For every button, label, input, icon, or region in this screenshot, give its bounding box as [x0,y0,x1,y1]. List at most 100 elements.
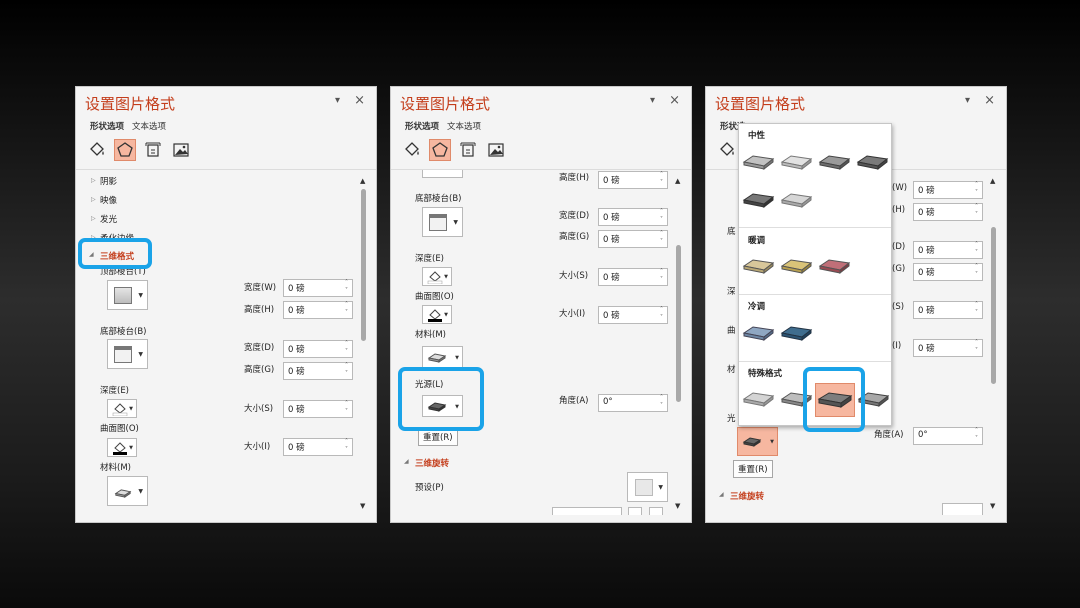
divider [76,169,376,170]
tab-shape-options[interactable]: 形状选项 [405,122,439,132]
angle-input[interactable]: 0° ˄ ˅ [598,394,668,412]
bottom-bevel-width-input[interactable]: 0 磅 ˄ ˅ [913,241,983,259]
section-reflection[interactable]: 映像 [100,194,117,206]
tab-text-options[interactable]: 文本选项 [447,122,481,132]
material-dropdown[interactable]: ▼ [107,476,148,506]
depth-color-dropdown[interactable]: ▼ [107,399,137,418]
rotate-button-partial[interactable] [628,507,642,515]
depth-size-input[interactable]: 0 磅 ˄ ˅ [598,268,668,286]
contour-size-input[interactable]: 0 磅 ˄ ˅ [598,306,668,324]
scrollbar[interactable]: ▲ ▼ [674,177,683,510]
bottom-bevel-width-input[interactable]: 0 磅 ˄ ˅ [598,208,668,226]
lighting-option[interactable] [817,254,853,280]
height-h-label: 高度(H) [244,305,275,315]
top-bevel-height-input[interactable]: 0 磅 ˄ ˅ [283,301,353,319]
bottom-bevel-label: 底部棱台(B) [415,194,462,204]
height-h-label: (H) [892,205,906,215]
collapse-chevron-icon[interactable]: ◢ [404,458,409,465]
depth-label-partial: 深 [727,287,736,297]
top-bevel-dropdown[interactable]: ▼ [107,280,148,310]
section-3d-rotation[interactable]: 三维旋转 [415,457,449,469]
fill-line-icon[interactable] [716,139,738,161]
picture-icon[interactable] [485,139,507,161]
lighting-option[interactable] [779,254,815,280]
scroll-thumb[interactable] [361,189,366,341]
bottom-bevel-height-input[interactable]: 0 磅 ˄ ˅ [598,230,668,248]
lighting-option[interactable] [741,188,777,214]
scrollbar[interactable]: ▲ ▼ [989,177,998,510]
collapse-chevron-icon[interactable]: ◢ [719,491,724,498]
effects-icon[interactable] [429,139,451,161]
fill-line-icon[interactable] [401,139,423,161]
section-3d-rotation[interactable]: 三维旋转 [730,490,764,502]
close-button[interactable]: × [669,93,680,108]
lighting-option[interactable] [741,321,777,347]
lighting-option[interactable] [741,150,777,176]
reset-button[interactable]: 重置(R) [733,460,773,478]
close-button[interactable]: × [984,93,995,108]
lighting-option[interactable] [817,150,853,176]
bottom-bevel-height-input[interactable]: 0 磅 ˄ ˅ [913,263,983,281]
top-bevel-dropdown-partial[interactable] [422,170,463,178]
depth-label: 深度(E) [415,254,445,264]
tab-shape-options[interactable]: 形状选项 [90,122,124,132]
scroll-down-icon[interactable]: ▼ [675,502,680,510]
expand-chevron-icon[interactable]: ▷ [91,215,96,222]
preset-dropdown[interactable]: ▼ [627,472,668,502]
pane-options-dropdown[interactable]: ▾ [650,95,655,106]
lighting-option[interactable] [741,254,777,280]
expand-chevron-icon[interactable]: ▷ [91,196,96,203]
picture-icon[interactable] [170,139,192,161]
lighting-option[interactable] [779,321,815,347]
material-dropdown[interactable]: ▼ [422,346,463,368]
top-bevel-width-input[interactable]: 0 磅 ˄ ˅ [913,181,983,199]
width-w-label: 宽度(W) [244,283,277,293]
scroll-down-icon[interactable]: ▼ [990,502,995,510]
section-glow[interactable]: 发光 [100,213,117,225]
scroll-down-icon[interactable]: ▼ [360,502,365,510]
expand-chevron-icon[interactable]: ▷ [91,177,96,184]
pane-options-dropdown[interactable]: ▾ [335,95,340,106]
depth-size-input[interactable]: 0 磅 ˄ ˅ [283,400,353,418]
size-properties-icon[interactable] [457,139,479,161]
scroll-thumb[interactable] [676,245,681,402]
lighting-option[interactable] [741,387,777,413]
angle-input[interactable]: 0° ˄ ˅ [913,427,983,445]
preset-dropdown-partial[interactable] [942,503,983,515]
lighting-option[interactable] [855,150,891,176]
scroll-thumb[interactable] [991,227,996,384]
pane-options-dropdown[interactable]: ▾ [965,95,970,106]
scroll-up-icon[interactable]: ▲ [360,177,365,185]
bottom-bevel-width-input[interactable]: 0 磅 ˄ ˅ [283,340,353,358]
contour-color-dropdown[interactable]: ▼ [422,305,452,324]
bottom-bevel-height-input[interactable]: 0 磅 ˄ ˅ [283,362,353,380]
top-bevel-height-input[interactable]: 0 磅 ˄ ˅ [598,171,668,189]
lighting-dropdown[interactable]: ▼ [737,427,778,456]
width-d-label: 宽度(D) [244,343,275,353]
lighting-option[interactable] [779,150,815,176]
tab-text-options[interactable]: 文本选项 [132,122,166,132]
contour-size-input[interactable]: 0 磅 ˄ ˅ [283,438,353,456]
close-button[interactable]: × [354,93,365,108]
contour-size-input[interactable]: 0 磅 ˄ ˅ [913,339,983,357]
fill-line-icon[interactable] [86,139,108,161]
bottom-bevel-dropdown[interactable]: ▼ [107,339,148,369]
bottom-bevel-label: 底部棱台(B) [100,327,147,337]
lighting-option[interactable] [779,188,815,214]
effects-icon[interactable] [114,139,136,161]
scroll-up-icon[interactable]: ▲ [990,177,995,185]
size-properties-icon[interactable] [142,139,164,161]
section-shadow[interactable]: 阴影 [100,175,117,187]
depth-color-dropdown[interactable]: ▼ [422,267,452,286]
depth-size-input[interactable]: 0 磅 ˄ ˅ [913,301,983,319]
bottom-bevel-dropdown[interactable]: ▼ [422,207,463,237]
highlight-lighting [398,367,484,431]
contour-color-dropdown[interactable]: ▼ [107,438,137,457]
width-d-label: (D) [892,242,906,252]
scroll-up-icon[interactable]: ▲ [675,177,680,185]
top-bevel-width-input[interactable]: 0 磅 ˄ ˅ [283,279,353,297]
scrollbar[interactable]: ▲ ▼ [359,177,368,510]
rotate-button-partial[interactable] [649,507,663,515]
top-bevel-height-input[interactable]: 0 磅 ˄ ˅ [913,203,983,221]
x-rotation-input-partial[interactable] [552,507,622,515]
